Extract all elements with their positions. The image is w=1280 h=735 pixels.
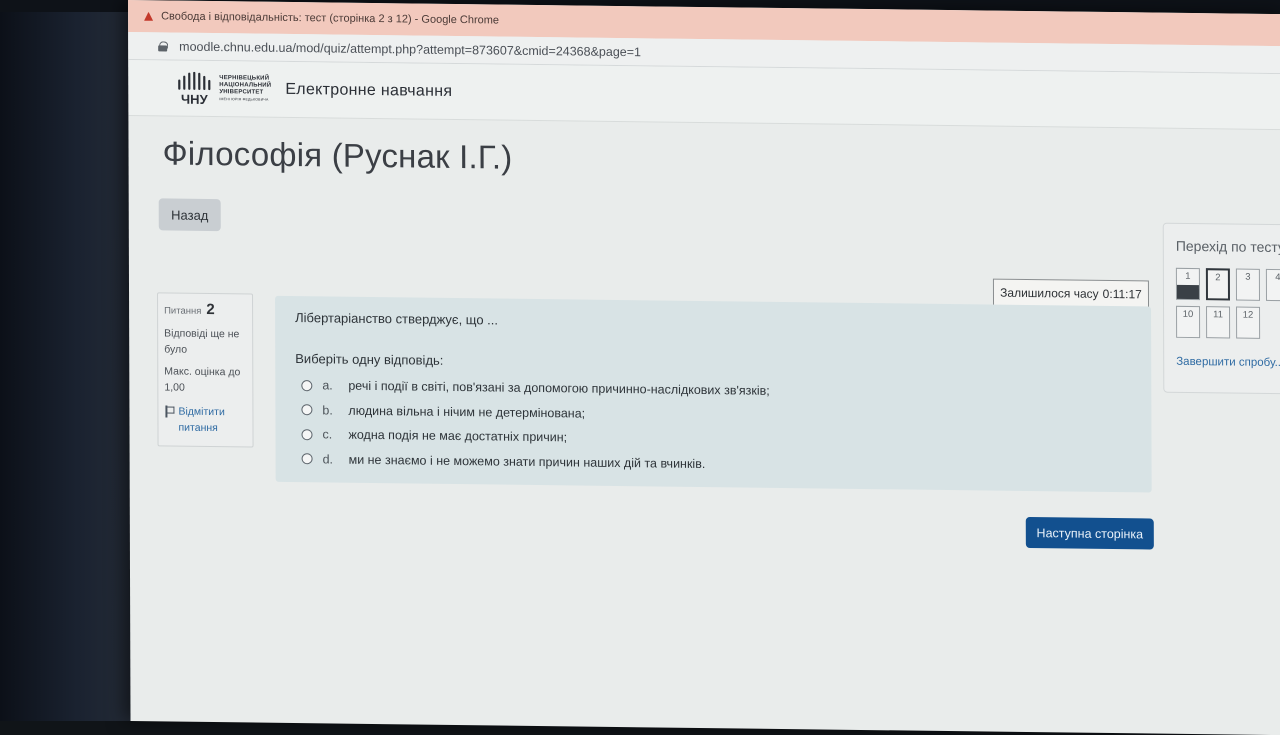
question-number: 2 [206, 301, 214, 318]
question-text: Лібертаріанство стверджує, що ... [295, 310, 1131, 335]
finish-attempt-link[interactable]: Завершити спробу... [1176, 356, 1280, 369]
next-page-button[interactable]: Наступна сторінка [1026, 517, 1154, 550]
radio-button[interactable] [302, 453, 313, 464]
quiz-navigation-title: Перехід по тесту [1176, 238, 1280, 255]
question-status: Відповіді ще не було [164, 325, 246, 358]
logo-subtitle: ІМЕНІ ЮРІЯ ФЕДЬКОВИЧА [219, 96, 271, 103]
radio-button[interactable] [301, 429, 312, 440]
university-logo[interactable]: ЧНУ ЧЕРНІВЕЦЬКИЙ НАЦІОНАЛЬНИЙ УНІВЕРСИТЕ… [174, 71, 271, 106]
answer-letter: a. [322, 379, 348, 393]
university-logo-mark-icon: ЧНУ [174, 71, 214, 105]
lock-icon [158, 41, 167, 51]
window-title: Свобода і відповідальність: тест (сторін… [161, 10, 499, 26]
question-number-label: Питання [164, 305, 201, 316]
answer-text[interactable]: речі і події в світі, пов'язані за допом… [348, 379, 769, 398]
quiz-nav-button-12[interactable]: 12 [1236, 307, 1260, 339]
monitor-bezel [0, 0, 140, 721]
answer-letter: b. [322, 403, 348, 417]
logo-text: ЧЕРНІВЕЦЬКИЙ НАЦІОНАЛЬНИЙ УНІВЕРСИТЕТ ІМ… [219, 75, 271, 103]
timer-label: Залишилося часу [1000, 286, 1099, 301]
logo-mark-text: ЧНУ [181, 91, 209, 105]
answer-text[interactable]: ми не знаємо і не можемо знати причин на… [349, 452, 706, 470]
url-text[interactable]: moodle.chnu.edu.ua/mod/quiz/attempt.php?… [179, 39, 641, 59]
answer-list: a. речі і події в світі, пов'язані за до… [301, 373, 1131, 481]
answer-text[interactable]: людина вільна і нічим не детермінована; [348, 403, 585, 420]
quiz-nav-button-4[interactable]: 4 [1266, 269, 1280, 301]
browser-screen: Свобода і відповідальність: тест (сторін… [128, 0, 1280, 735]
quiz-nav-button-10[interactable]: 10 [1176, 306, 1200, 338]
site-name[interactable]: Електронне навчання [285, 80, 452, 100]
answer-letter: d. [323, 452, 349, 466]
question-content: Лібертаріанство стверджує, що ... Вибері… [275, 296, 1152, 493]
page-favicon-icon [144, 12, 153, 21]
quiz-navigation-block: Перехід по тесту 1 2 3 4 10 11 12 Заверш… [1163, 223, 1280, 395]
answer-prompt: Виберіть одну відповідь: [295, 351, 1131, 376]
quiz-navigation-grid: 1 2 3 4 10 11 12 [1176, 268, 1280, 341]
radio-button[interactable] [301, 404, 312, 415]
page-title: Філософія (Руснак І.Г.) [162, 134, 512, 176]
timer-value: 0:11:17 [1103, 287, 1142, 301]
flag-question-label: Відмітити питання [178, 404, 246, 437]
back-button[interactable]: Назад [159, 198, 221, 231]
quiz-nav-button-2[interactable]: 2 [1206, 268, 1230, 300]
question-info-panel: Питання 2 Відповіді ще не було Макс. оці… [157, 292, 254, 447]
quiz-nav-button-11[interactable]: 11 [1206, 306, 1230, 338]
flag-question-link[interactable]: Відмітити питання [164, 403, 246, 436]
question-max-grade: Макс. оцінка до 1,00 [164, 363, 246, 396]
radio-button[interactable] [301, 380, 312, 391]
quiz-nav-button-1[interactable]: 1 [1176, 268, 1200, 300]
answer-text[interactable]: жодна подія не має достатніх причин; [348, 428, 567, 445]
answer-letter: c. [322, 428, 348, 442]
quiz-nav-button-3[interactable]: 3 [1236, 269, 1260, 301]
flag-icon [164, 405, 174, 417]
